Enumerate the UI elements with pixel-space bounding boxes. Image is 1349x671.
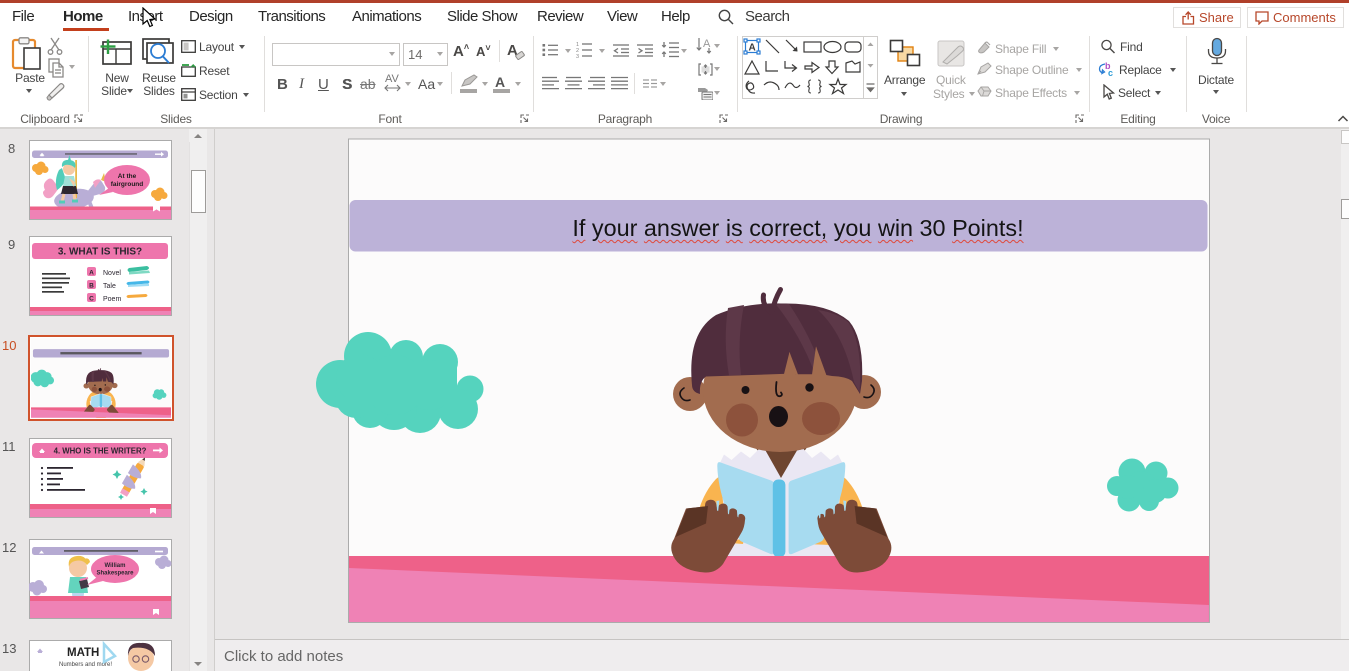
svg-text:MATH: MATH (67, 647, 99, 659)
svg-text:3: 3 (576, 54, 579, 58)
svg-text:3. WHAT IS THIS?: 3. WHAT IS THIS? (58, 247, 142, 258)
svg-text:c: c (1108, 68, 1113, 77)
svg-text:B: B (89, 283, 94, 290)
svg-text:At the: At the (118, 173, 137, 180)
svg-text:Poem: Poem (103, 296, 121, 303)
svg-text:C: C (89, 296, 94, 303)
svg-text:Tale: Tale (103, 283, 116, 290)
svg-text:4. WHO IS THE WRITER?: 4. WHO IS THE WRITER? (54, 447, 147, 456)
svg-text:William: William (105, 563, 126, 569)
svg-text:A: A (749, 43, 756, 54)
svg-text:A: A (89, 270, 94, 277)
svg-text:fairground: fairground (111, 181, 144, 188)
svg-text:Novel: Novel (103, 270, 121, 277)
svg-text:Shakespeare: Shakespeare (96, 571, 134, 577)
svg-text:A: A (703, 38, 711, 50)
